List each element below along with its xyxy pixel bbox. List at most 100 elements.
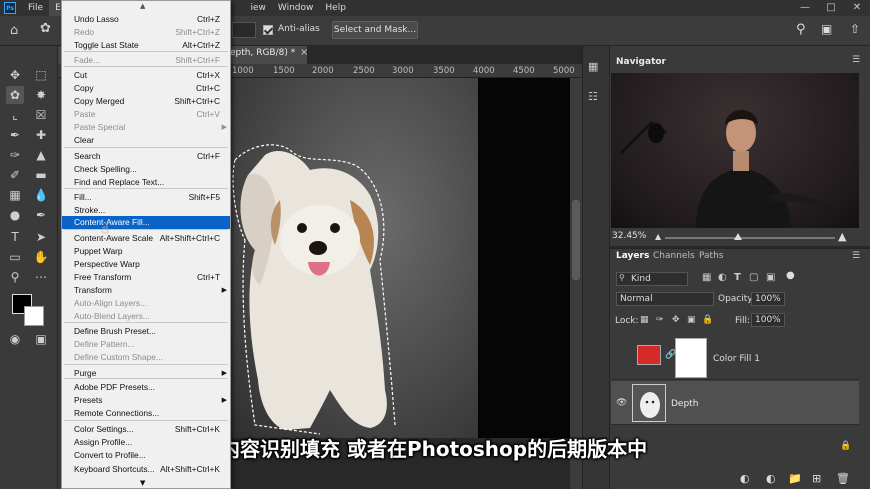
layers-panel-menu-icon[interactable]: ☰ bbox=[852, 251, 860, 261]
quick-selection-icon[interactable]: ✸ bbox=[32, 86, 50, 104]
layer-name[interactable]: Color Fill 1 bbox=[713, 354, 760, 364]
layer-filter-kind-select[interactable]: Kind bbox=[616, 272, 688, 286]
screen-mode-icon[interactable]: ▣ bbox=[32, 330, 50, 348]
share-icon[interactable]: ⇧ bbox=[850, 22, 860, 36]
menu-item-keyboard-shortcuts[interactable]: Keyboard Shortcuts... Alt+Shift+Ctrl+K bbox=[62, 463, 230, 476]
lock-position-icon[interactable]: ✥ bbox=[672, 315, 680, 325]
lock-artboard-icon[interactable]: ▣ bbox=[687, 315, 696, 325]
edit-toolbar-icon[interactable]: ⋯ bbox=[32, 268, 50, 286]
menu-file[interactable]: File bbox=[22, 0, 49, 16]
pen-tool-icon[interactable]: ✒ bbox=[32, 206, 50, 224]
visibility-eye-icon[interactable]: 👁 bbox=[616, 398, 627, 408]
lock-transparent-icon[interactable]: ▦ bbox=[640, 315, 649, 325]
history-brush-icon[interactable]: ✐ bbox=[6, 166, 24, 184]
menu-item-paste[interactable]: Paste Ctrl+V bbox=[62, 108, 230, 121]
tab-paths[interactable]: Paths bbox=[699, 251, 723, 261]
delete-layer-icon[interactable]: 🗑 bbox=[836, 472, 850, 485]
history-panel-icon[interactable]: ▦ bbox=[588, 60, 598, 73]
healing-brush-icon[interactable]: ✚ bbox=[32, 126, 50, 144]
zoom-slider-knob[interactable] bbox=[734, 233, 742, 240]
tab-channels[interactable]: Channels bbox=[653, 251, 695, 261]
opacity-input[interactable]: 100% bbox=[751, 292, 785, 306]
menu-item-copy-merged[interactable]: Copy Merged Shift+Ctrl+C bbox=[62, 95, 230, 108]
navigator-title[interactable]: Navigator bbox=[610, 52, 670, 72]
menu-item-content-aware-scale[interactable]: Content-Aware Scale Alt+Shift+Ctrl+C bbox=[62, 232, 230, 245]
move-tool-icon[interactable]: ✥ bbox=[6, 66, 24, 84]
tab-layers[interactable]: Layers bbox=[616, 251, 649, 261]
feather-input[interactable] bbox=[232, 22, 256, 38]
menu-help[interactable]: Help bbox=[319, 0, 352, 16]
properties-panel-icon[interactable]: ☷ bbox=[588, 90, 598, 103]
menu-item-paste-special[interactable]: Paste Special ▶ bbox=[62, 121, 230, 134]
dodge-tool-icon[interactable]: ● bbox=[6, 206, 24, 224]
menu-item-fade[interactable]: Fade... Shift+Ctrl+F bbox=[62, 54, 230, 67]
menu-item-check-spelling[interactable]: Check Spelling... bbox=[62, 163, 230, 176]
filter-toggle-icon[interactable]: ● bbox=[786, 270, 795, 281]
lock-image-icon[interactable]: ✑ bbox=[656, 315, 664, 325]
gradient-tool-icon[interactable]: ▦ bbox=[6, 186, 24, 204]
new-group-icon[interactable]: 📁 bbox=[788, 472, 802, 485]
menu-item-assign-profile[interactable]: Assign Profile... bbox=[62, 436, 230, 449]
path-selection-icon[interactable]: ➤ bbox=[32, 228, 50, 246]
adjustment-layer-icon[interactable]: ◐ bbox=[740, 472, 750, 485]
navigator-zoom-slider[interactable] bbox=[665, 237, 835, 239]
lasso-tool-preset-icon[interactable]: ✿ bbox=[40, 21, 51, 36]
workspace-icon[interactable]: ▣ bbox=[821, 22, 832, 36]
menu-item-free-transform[interactable]: Free Transform Ctrl+T bbox=[62, 271, 230, 284]
menu-item-toggle-last-state[interactable]: Toggle Last State Alt+Ctrl+Z bbox=[62, 39, 230, 52]
filter-smart-object-icon[interactable]: ▣ bbox=[766, 272, 775, 283]
fill-input[interactable]: 100% bbox=[751, 313, 785, 327]
menu-view[interactable]: iew bbox=[249, 0, 272, 16]
menu-item-search[interactable]: Search Ctrl+F bbox=[62, 150, 230, 163]
background-color-swatch[interactable] bbox=[24, 306, 44, 326]
menu-item-perspective-warp[interactable]: Perspective Warp bbox=[62, 258, 230, 271]
blur-tool-icon[interactable]: 💧 bbox=[32, 186, 50, 204]
menu-item-purge[interactable]: Purge ▶ bbox=[62, 367, 230, 380]
zoom-out-icon[interactable]: ▲ bbox=[655, 232, 661, 241]
close-tab-icon[interactable]: × bbox=[300, 47, 308, 58]
menu-window[interactable]: Window bbox=[272, 0, 320, 16]
menu-item-puppet-warp[interactable]: Puppet Warp bbox=[62, 245, 230, 258]
new-layer-icon[interactable]: ⊞ bbox=[812, 472, 821, 485]
frame-tool-icon[interactable]: ☒ bbox=[32, 106, 50, 124]
menu-item-define-brush-preset[interactable]: Define Brush Preset... bbox=[62, 325, 230, 338]
hand-tool-icon[interactable]: ✋ bbox=[32, 248, 50, 266]
minimize-icon[interactable]: — bbox=[792, 0, 818, 16]
menu-item-clear[interactable]: Clear bbox=[62, 134, 230, 147]
marquee-tool-icon[interactable]: ⬚ bbox=[32, 66, 50, 84]
menu-item-copy[interactable]: Copy Ctrl+C bbox=[62, 82, 230, 95]
rectangle-tool-icon[interactable]: ▭ bbox=[6, 248, 24, 266]
new-fill-layer-icon[interactable]: ◐ bbox=[766, 472, 776, 485]
filter-pixel-icon[interactable]: ▦ bbox=[702, 272, 711, 283]
type-tool-icon[interactable]: T bbox=[6, 228, 24, 246]
menu-item-define-custom-shape[interactable]: Define Custom Shape... bbox=[62, 351, 230, 364]
menu-item-fill[interactable]: Fill... Shift+F5 bbox=[62, 191, 230, 204]
menu-item-content-aware-fill[interactable]: Content-Aware Fill... bbox=[62, 216, 230, 229]
menu-item-remote-connections[interactable]: Remote Connections... bbox=[62, 407, 230, 420]
home-icon[interactable]: ⌂ bbox=[10, 23, 18, 38]
filter-shape-icon[interactable]: ▢ bbox=[749, 272, 758, 283]
filter-adjustment-icon[interactable]: ◐ bbox=[718, 272, 727, 283]
zoom-in-icon[interactable]: ▲ bbox=[838, 230, 846, 243]
menu-item-redo[interactable]: Redo Shift+Ctrl+Z bbox=[62, 26, 230, 39]
scrollbar-thumb[interactable] bbox=[572, 200, 580, 280]
zoom-tool-icon[interactable]: ⚲ bbox=[6, 268, 24, 286]
eyedropper-icon[interactable]: ✒ bbox=[6, 126, 24, 144]
menu-item-find-and-replace-text[interactable]: Find and Replace Text... bbox=[62, 176, 230, 189]
eraser-icon[interactable]: ▬ bbox=[32, 166, 50, 184]
menu-item-cut[interactable]: Cut Ctrl+X bbox=[62, 69, 230, 82]
quick-mask-icon[interactable]: ◉ bbox=[6, 330, 24, 348]
canvas-vertical-scrollbar[interactable] bbox=[570, 78, 582, 489]
search-icon[interactable]: ⚲ bbox=[796, 22, 806, 37]
depth-layer-thumbnail[interactable] bbox=[632, 384, 666, 422]
menu-item-adobe-pdf-presets[interactable]: Adobe PDF Presets... bbox=[62, 381, 230, 394]
menu-item-auto-blend-layers[interactable]: Auto-Blend Layers... bbox=[62, 310, 230, 323]
crop-tool-icon[interactable]: ⌞ bbox=[6, 106, 24, 124]
brush-tool-icon[interactable]: ✑ bbox=[6, 146, 24, 164]
blend-mode-select[interactable]: Normal bbox=[616, 292, 714, 306]
navigator-zoom-value[interactable]: 32.45% bbox=[612, 231, 646, 241]
maximize-icon[interactable]: □ bbox=[818, 0, 844, 16]
lasso-tool-icon[interactable]: ✿ bbox=[6, 86, 24, 104]
navigator-preview[interactable] bbox=[611, 73, 859, 228]
menu-item-auto-align-layers[interactable]: Auto-Align Layers... bbox=[62, 297, 230, 310]
